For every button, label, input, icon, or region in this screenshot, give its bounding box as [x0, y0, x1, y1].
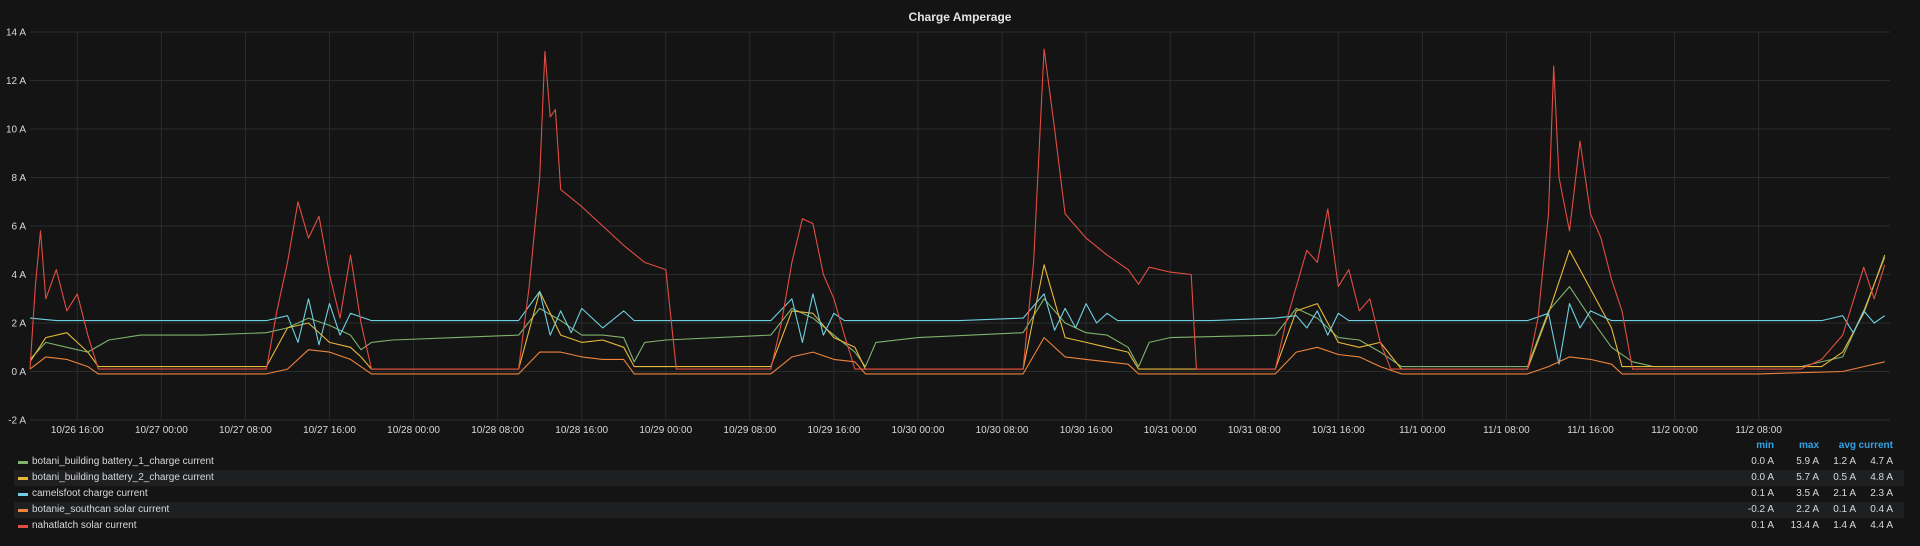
x-tick-label: 11/1 00:00 — [1399, 425, 1446, 436]
series-line-3 — [29, 290, 1886, 365]
legend-series-name[interactable]: botani_building battery_1_charge current — [32, 454, 214, 470]
legend-row-series-3[interactable]: camelsfoot charge current 0.1 A 3.5 A 2.… — [14, 486, 1904, 502]
legend-color-swatch[interactable] — [18, 525, 28, 528]
y-tick-label: 6 A — [12, 222, 27, 233]
x-tick-label: 11/1 08:00 — [1483, 425, 1530, 436]
legend-current: 0.4 A — [1870, 504, 1893, 515]
x-tick-label: 10/31 16:00 — [1312, 425, 1365, 436]
y-tick-label: 0 A — [12, 367, 27, 378]
legend-current: 2.3 A — [1870, 488, 1893, 499]
legend-series-name[interactable]: camelsfoot charge current — [32, 486, 148, 502]
x-tick-label: 10/27 08:00 — [219, 425, 272, 436]
legend-series-name[interactable]: nahatlatch solar current — [32, 518, 137, 534]
x-tick-label: 11/1 16:00 — [1567, 425, 1614, 436]
x-tick-label: 10/28 16:00 — [555, 425, 608, 436]
y-tick-label: 2 A — [12, 319, 27, 330]
x-tick-label: 11/2 08:00 — [1735, 425, 1782, 436]
y-tick-label: 4 A — [12, 270, 27, 281]
legend-header: min max avg current — [0, 440, 1920, 452]
series-line-2 — [29, 249, 1886, 370]
x-tick-label: 11/2 00:00 — [1651, 425, 1698, 436]
y-tick-label: 10 A — [6, 125, 26, 136]
y-tick-label: 8 A — [12, 173, 27, 184]
x-tick-label: 10/28 08:00 — [471, 425, 524, 436]
x-tick-label: 10/30 16:00 — [1060, 425, 1113, 436]
y-tick-label: 12 A — [6, 76, 26, 87]
x-tick-label: 10/30 08:00 — [976, 425, 1029, 436]
legend-current: 4.7 A — [1870, 456, 1893, 467]
legend-row-series-4[interactable]: botanie_southcan solar current -0.2 A 2.… — [14, 502, 1904, 518]
legend-current: 4.4 A — [1870, 520, 1893, 531]
legend-color-swatch[interactable] — [18, 493, 28, 496]
x-tick-label: 10/28 00:00 — [387, 425, 440, 436]
series-line-4 — [29, 337, 1885, 375]
legend-series-name[interactable]: botanie_southcan solar current — [32, 502, 169, 518]
x-tick-label: 10/29 16:00 — [807, 425, 860, 436]
x-tick-label: 10/31 08:00 — [1228, 425, 1281, 436]
legend-color-swatch[interactable] — [18, 461, 28, 464]
x-tick-label: 10/31 00:00 — [1144, 425, 1197, 436]
graph-panel: Charge Amperage -2 A0 A2 A4 A6 A8 A 10 A1… — [0, 0, 1920, 546]
x-tick-label: 10/30 00:00 — [892, 425, 945, 436]
legend-header-current[interactable]: current — [1833, 440, 1893, 451]
legend-row-series-5[interactable]: nahatlatch solar current 0.1 A 13.4 A 1.… — [14, 518, 1904, 534]
legend-color-swatch[interactable] — [18, 509, 28, 512]
y-tick-label: 14 A — [6, 28, 26, 39]
x-tick-label: 10/27 00:00 — [135, 425, 188, 436]
legend-current: 4.8 A — [1870, 472, 1893, 483]
legend-series-name[interactable]: botani_building battery_2_charge current — [32, 470, 214, 486]
x-tick-label: 10/29 00:00 — [639, 425, 692, 436]
legend-row-series-2[interactable]: botani_building battery_2_charge current… — [14, 470, 1904, 486]
y-tick-label: -2 A — [8, 416, 26, 427]
legend-color-swatch[interactable] — [18, 477, 28, 480]
legend-row-series-1[interactable]: botani_building battery_1_charge current… — [14, 454, 1904, 470]
x-tick-label: 10/26 16:00 — [51, 425, 104, 436]
x-tick-label: 10/27 16:00 — [303, 425, 356, 436]
x-tick-label: 10/29 08:00 — [723, 425, 776, 436]
chart-plot: -2 A 0 A 2 A 4 A 6 A 8 A 10 A 12 A 14 A 10/26 16:… — [6, 28, 1890, 436]
